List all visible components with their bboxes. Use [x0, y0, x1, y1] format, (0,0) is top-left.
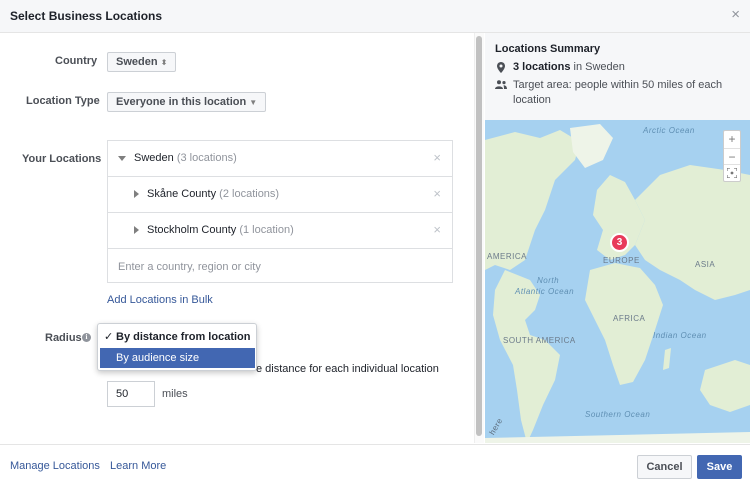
- radius-dropdown-menu: ✓ By distance from location By audience s…: [97, 323, 257, 371]
- location-name: Stockholm County: [147, 224, 237, 236]
- location-type-label: Location Type: [26, 95, 100, 107]
- people-icon: [495, 80, 507, 89]
- map-label-america: AMERICA: [487, 252, 527, 261]
- location-row-sweden[interactable]: Sweden (3 locations) ×: [108, 141, 452, 177]
- map-label-atlantic: Atlantic Ocean: [515, 287, 575, 296]
- dialog-header: Select Business Locations ×: [0, 0, 750, 33]
- cancel-button[interactable]: Cancel: [637, 455, 692, 479]
- radius-option-audience-size[interactable]: By audience size: [100, 348, 255, 368]
- location-cluster-marker[interactable]: 3: [610, 233, 629, 252]
- checkmark-icon: ✓: [104, 331, 114, 343]
- manage-locations-link[interactable]: Manage Locations: [10, 460, 100, 472]
- map-label-europe: EUROPE: [603, 256, 640, 265]
- chevron-down-icon: ▼: [249, 98, 258, 107]
- summary-target-line-2: location: [513, 94, 551, 106]
- scrollbar-thumb[interactable]: [476, 36, 482, 436]
- radius-label: Radius: [45, 332, 82, 344]
- world-map[interactable]: Arctic Ocean AMERICA EUROPE ASIA North A…: [485, 120, 750, 443]
- country-select-value: Sweden: [116, 56, 158, 68]
- country-select[interactable]: Sweden ⬍: [107, 52, 177, 72]
- summary-count: 3 locations in Sweden: [513, 61, 625, 73]
- dialog-footer: Manage Locations Learn More Cancel Save: [0, 444, 750, 487]
- remove-location-icon[interactable]: ×: [433, 186, 441, 201]
- map-label-southern: Southern Ocean: [585, 410, 651, 419]
- collapse-triangle-icon[interactable]: [118, 156, 126, 161]
- location-name: Skåne County: [147, 188, 217, 200]
- location-type-value: Everyone in this location: [116, 96, 247, 108]
- map-label-africa: AFRICA: [613, 314, 646, 323]
- map-label-north: North: [537, 276, 560, 285]
- expand-triangle-icon[interactable]: [134, 190, 139, 198]
- fit-bounds-icon[interactable]: [724, 165, 740, 182]
- radius-description: e distance for each individual location: [256, 363, 439, 375]
- summary-target-line-1: Target area: people within 50 miles of e…: [513, 79, 723, 91]
- map-label-indian: Indian Ocean: [653, 331, 707, 340]
- info-icon[interactable]: i: [82, 333, 91, 342]
- world-map-graphic: [485, 124, 750, 443]
- location-count: (1 location): [239, 224, 294, 236]
- map-label-arctic: Arctic Ocean: [643, 126, 695, 135]
- summary-title: Locations Summary: [495, 43, 601, 55]
- location-count: (3 locations): [176, 152, 237, 164]
- expand-triangle-icon[interactable]: [134, 226, 139, 234]
- radius-option-distance[interactable]: ✓ By distance from location: [100, 327, 255, 347]
- save-button[interactable]: Save: [697, 455, 742, 479]
- learn-more-link[interactable]: Learn More: [110, 460, 166, 472]
- map-label-south-america: SOUTH AMERICA: [503, 336, 576, 345]
- radius-value-input[interactable]: [107, 381, 155, 407]
- remove-location-icon[interactable]: ×: [433, 150, 441, 165]
- add-locations-bulk-link[interactable]: Add Locations in Bulk: [107, 294, 213, 306]
- map-pin-icon: [497, 62, 505, 73]
- country-label: Country: [55, 55, 98, 67]
- map-label-asia: ASIA: [695, 260, 716, 269]
- location-count: (2 locations): [219, 188, 280, 200]
- radius-unit-label: miles: [162, 388, 188, 400]
- location-type-select[interactable]: Everyone in this location ▼: [107, 92, 267, 112]
- zoom-in-button[interactable]: +: [724, 131, 740, 148]
- close-icon[interactable]: ×: [731, 6, 740, 23]
- zoom-out-button[interactable]: −: [724, 148, 740, 165]
- location-name: Sweden: [134, 152, 174, 164]
- your-locations-label: Your Locations: [22, 153, 102, 165]
- location-row-skane[interactable]: Skåne County (2 locations) ×: [108, 177, 452, 213]
- location-search-input[interactable]: [108, 250, 452, 283]
- location-row-stockholm[interactable]: Stockholm County (1 location) ×: [108, 213, 452, 249]
- updown-caret-icon: ⬍: [160, 58, 168, 67]
- locations-list: Sweden (3 locations) × Skåne County (2 l…: [107, 140, 453, 283]
- dialog-title: Select Business Locations: [10, 9, 163, 23]
- remove-location-icon[interactable]: ×: [433, 222, 441, 237]
- form-panel: Country Sweden ⬍ Location Type Everyone i…: [0, 33, 484, 443]
- map-zoom-controls: + −: [723, 130, 741, 182]
